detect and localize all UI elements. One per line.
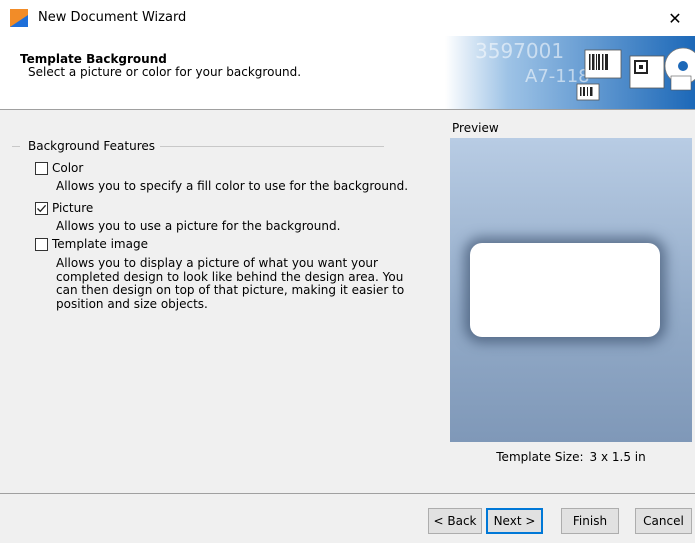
checkmark-icon [37,204,47,213]
barcode-banner-image: 3597001 A7-118 [445,36,695,109]
preview-label: Preview [452,121,499,135]
template-image-label[interactable]: Template image [52,237,148,251]
picture-checkbox[interactable] [35,202,48,215]
finish-button[interactable]: Finish [561,508,619,534]
color-label[interactable]: Color [52,161,83,175]
picture-description: Allows you to use a picture for the back… [56,219,341,233]
group-label: Background Features [20,139,161,153]
close-button[interactable]: ✕ [655,0,695,36]
page-title: Template Background [20,52,167,66]
template-image-description: Allows you to display a picture of what … [56,256,405,311]
color-description: Allows you to specify a fill color to us… [56,179,409,193]
close-icon: ✕ [668,8,682,28]
cancel-button[interactable]: Cancel [635,508,692,534]
back-button[interactable]: < Back [428,508,482,534]
color-checkbox[interactable] [35,162,48,175]
label-preview-shape [470,243,660,337]
window-title: New Document Wizard [38,10,187,25]
preview-pane [450,138,692,442]
app-logo-icon [10,9,28,27]
footer-divider [0,493,695,494]
template-size-label: Template Size: [496,450,584,464]
template-image-checkbox[interactable] [35,238,48,251]
next-button[interactable]: Next > [486,508,543,534]
page-subtitle: Select a picture or color for your backg… [28,65,302,79]
template-size: Template Size: 3 x 1.5 in [450,450,692,464]
picture-label[interactable]: Picture [52,201,93,215]
template-size-value: 3 x 1.5 in [589,450,646,464]
wizard-header: Template Background Select a picture or … [0,36,695,110]
title-bar: New Document Wizard ✕ [0,0,695,36]
banner-code-1: 3597001 [475,39,564,63]
